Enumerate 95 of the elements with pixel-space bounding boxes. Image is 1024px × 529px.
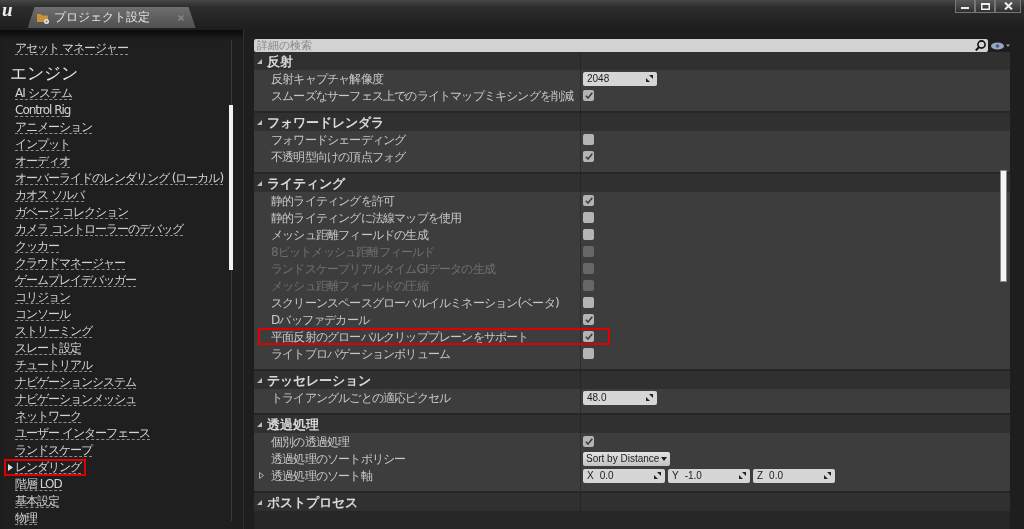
sidebar-item[interactable]: ランドスケープ	[4, 442, 97, 459]
folder-gear-icon	[36, 11, 50, 24]
checkbox[interactable]	[583, 348, 594, 359]
checkbox[interactable]	[583, 212, 594, 223]
sidebar-item[interactable]: ネットワーク	[4, 408, 86, 425]
category-header[interactable]: 反射	[254, 52, 1010, 70]
minimize-button[interactable]	[955, 0, 975, 13]
property-label: 静的ライティングに法線マップを使用	[271, 210, 462, 225]
sidebar-item[interactable]: カオス ソルバ	[4, 187, 89, 204]
section-heading: エンジン	[10, 63, 78, 83]
category-header[interactable]: ポストプロセス	[254, 493, 1010, 511]
close-icon	[1003, 2, 1013, 10]
checkbox[interactable]	[583, 90, 594, 101]
sidebar-item[interactable]: コリジョン	[4, 289, 75, 306]
property-label: 個別の透過処理	[271, 434, 350, 449]
property-label: 不透明型向けの頂点フォグ	[271, 149, 406, 164]
sidebar-item[interactable]: AI システム	[4, 85, 77, 102]
app-logo: u	[2, 0, 13, 19]
sidebar-item[interactable]: 基本設定	[4, 493, 64, 510]
property-label: 透過処理のソートポリシー	[271, 451, 406, 466]
scrollbar-thumb[interactable]	[229, 105, 233, 270]
close-button[interactable]	[995, 0, 1021, 13]
maximize-icon	[980, 2, 990, 10]
sidebar-item[interactable]: 階層 LOD	[4, 476, 67, 493]
sidebar-item[interactable]: コンソール	[4, 306, 75, 323]
checkmark-icon	[584, 316, 593, 323]
checkbox[interactable]	[583, 134, 594, 145]
sidebar-item[interactable]: ゲームプレイデバッガー	[4, 272, 141, 289]
sidebar-item[interactable]: レンダリング	[4, 459, 86, 476]
sidebar-item[interactable]: カメラ コントローラーのデバッグ	[4, 221, 188, 238]
diagonal-arrows-icon	[824, 472, 831, 479]
search-button[interactable]	[972, 39, 988, 52]
sidebar-item[interactable]: クッカー	[4, 238, 64, 255]
property-label: Dバッファデカール	[271, 312, 370, 327]
property-label: トライアングルごとの適応ピクセル	[271, 390, 451, 405]
vector-field[interactable]: Y -1.0	[668, 468, 750, 483]
sidebar-item[interactable]: ユーザー インターフェース	[4, 425, 155, 442]
property-label: 透過処理のソート軸	[271, 468, 372, 483]
sidebar-item[interactable]: アセット マネージャー	[4, 40, 133, 57]
checkmark-icon	[584, 197, 593, 204]
property-label: 静的ライティングを許可	[271, 193, 395, 208]
sidebar-item[interactable]: インプット	[4, 136, 75, 153]
caret-icon	[661, 456, 668, 461]
category-header[interactable]: ライティング	[254, 174, 1010, 192]
checkbox[interactable]	[583, 229, 594, 240]
checkbox[interactable]	[583, 331, 594, 342]
sidebar-item[interactable]: オーディオ	[4, 153, 75, 170]
diagonal-arrows-icon	[646, 75, 653, 82]
dropdown-button[interactable]: Sort by Distance	[583, 451, 671, 466]
checkmark-icon	[584, 438, 593, 445]
triangle-icon	[8, 464, 13, 471]
diagonal-arrows-icon	[646, 394, 653, 401]
property-label: 平面反射のグローバルクリッププレーンをサポート	[271, 329, 529, 344]
sidebar-item[interactable]: 物理	[4, 510, 42, 527]
vector-field[interactable]: Z 0.0	[753, 468, 835, 483]
property-label: ライトプロパゲーションボリューム	[271, 346, 451, 361]
property-label: スムーズなサーフェス上でのライトマップミキシングを削減	[271, 88, 574, 103]
sidebar-item[interactable]: チュートリアル	[4, 357, 97, 374]
sidebar-item[interactable]: ナビゲーションシステム	[4, 374, 141, 391]
diagonal-arrows-icon	[654, 472, 661, 479]
settings-tab[interactable]: プロジェクト設定	[27, 7, 196, 28]
search-icon	[974, 40, 986, 51]
eye-dropdown-icon[interactable]	[991, 41, 1010, 50]
checkbox[interactable]	[583, 314, 594, 325]
number-field[interactable]: 2048	[583, 71, 657, 86]
checkbox[interactable]	[583, 151, 594, 162]
triangle-outline-icon[interactable]	[259, 472, 264, 479]
sidebar-item[interactable]: ガベージ コレクション	[4, 204, 133, 221]
checkbox[interactable]	[583, 436, 594, 447]
checkbox[interactable]	[583, 297, 594, 308]
sidebar-item[interactable]: Control Rig	[4, 102, 76, 119]
sidebar-item[interactable]: ナビゲーションメッシュ	[4, 391, 141, 408]
property-label: 反射キャプチャ解像度	[271, 71, 383, 86]
checkmark-icon	[584, 333, 593, 340]
scrollbar-thumb[interactable]	[1000, 170, 1007, 282]
checkmark-icon	[584, 92, 593, 99]
maximize-button[interactable]	[975, 0, 995, 13]
sidebar-item[interactable]: スレート設定	[4, 340, 86, 357]
category-header[interactable]: テッセレーション	[254, 371, 1010, 389]
category-header[interactable]: 透過処理	[254, 415, 1010, 433]
sidebar-item[interactable]: クラウドマネージャー	[4, 255, 130, 272]
minimize-icon	[961, 7, 969, 9]
property-label: スクリーンスペースグローバルイルミネーション(ベータ)	[271, 295, 559, 310]
checkbox[interactable]	[583, 195, 594, 206]
vector-field[interactable]: X 0.0	[583, 468, 665, 483]
number-field[interactable]: 48.0	[583, 390, 657, 405]
sidebar-item[interactable]: ストリーミング	[4, 323, 97, 340]
search-field[interactable]: 詳細の検索	[254, 39, 972, 52]
category-header[interactable]: フォワードレンダラ	[254, 113, 1010, 131]
property-label: フォワードシェーディング	[271, 132, 406, 147]
sidebar-item[interactable]: アニメーション	[4, 119, 97, 136]
checkmark-icon	[584, 153, 593, 160]
property-label: メッシュ距離フィールドの生成	[271, 227, 428, 242]
diagonal-arrows-icon	[739, 472, 746, 479]
sidebar-item[interactable]: オーバーライドのレンダリング (ローカル)	[4, 170, 229, 187]
